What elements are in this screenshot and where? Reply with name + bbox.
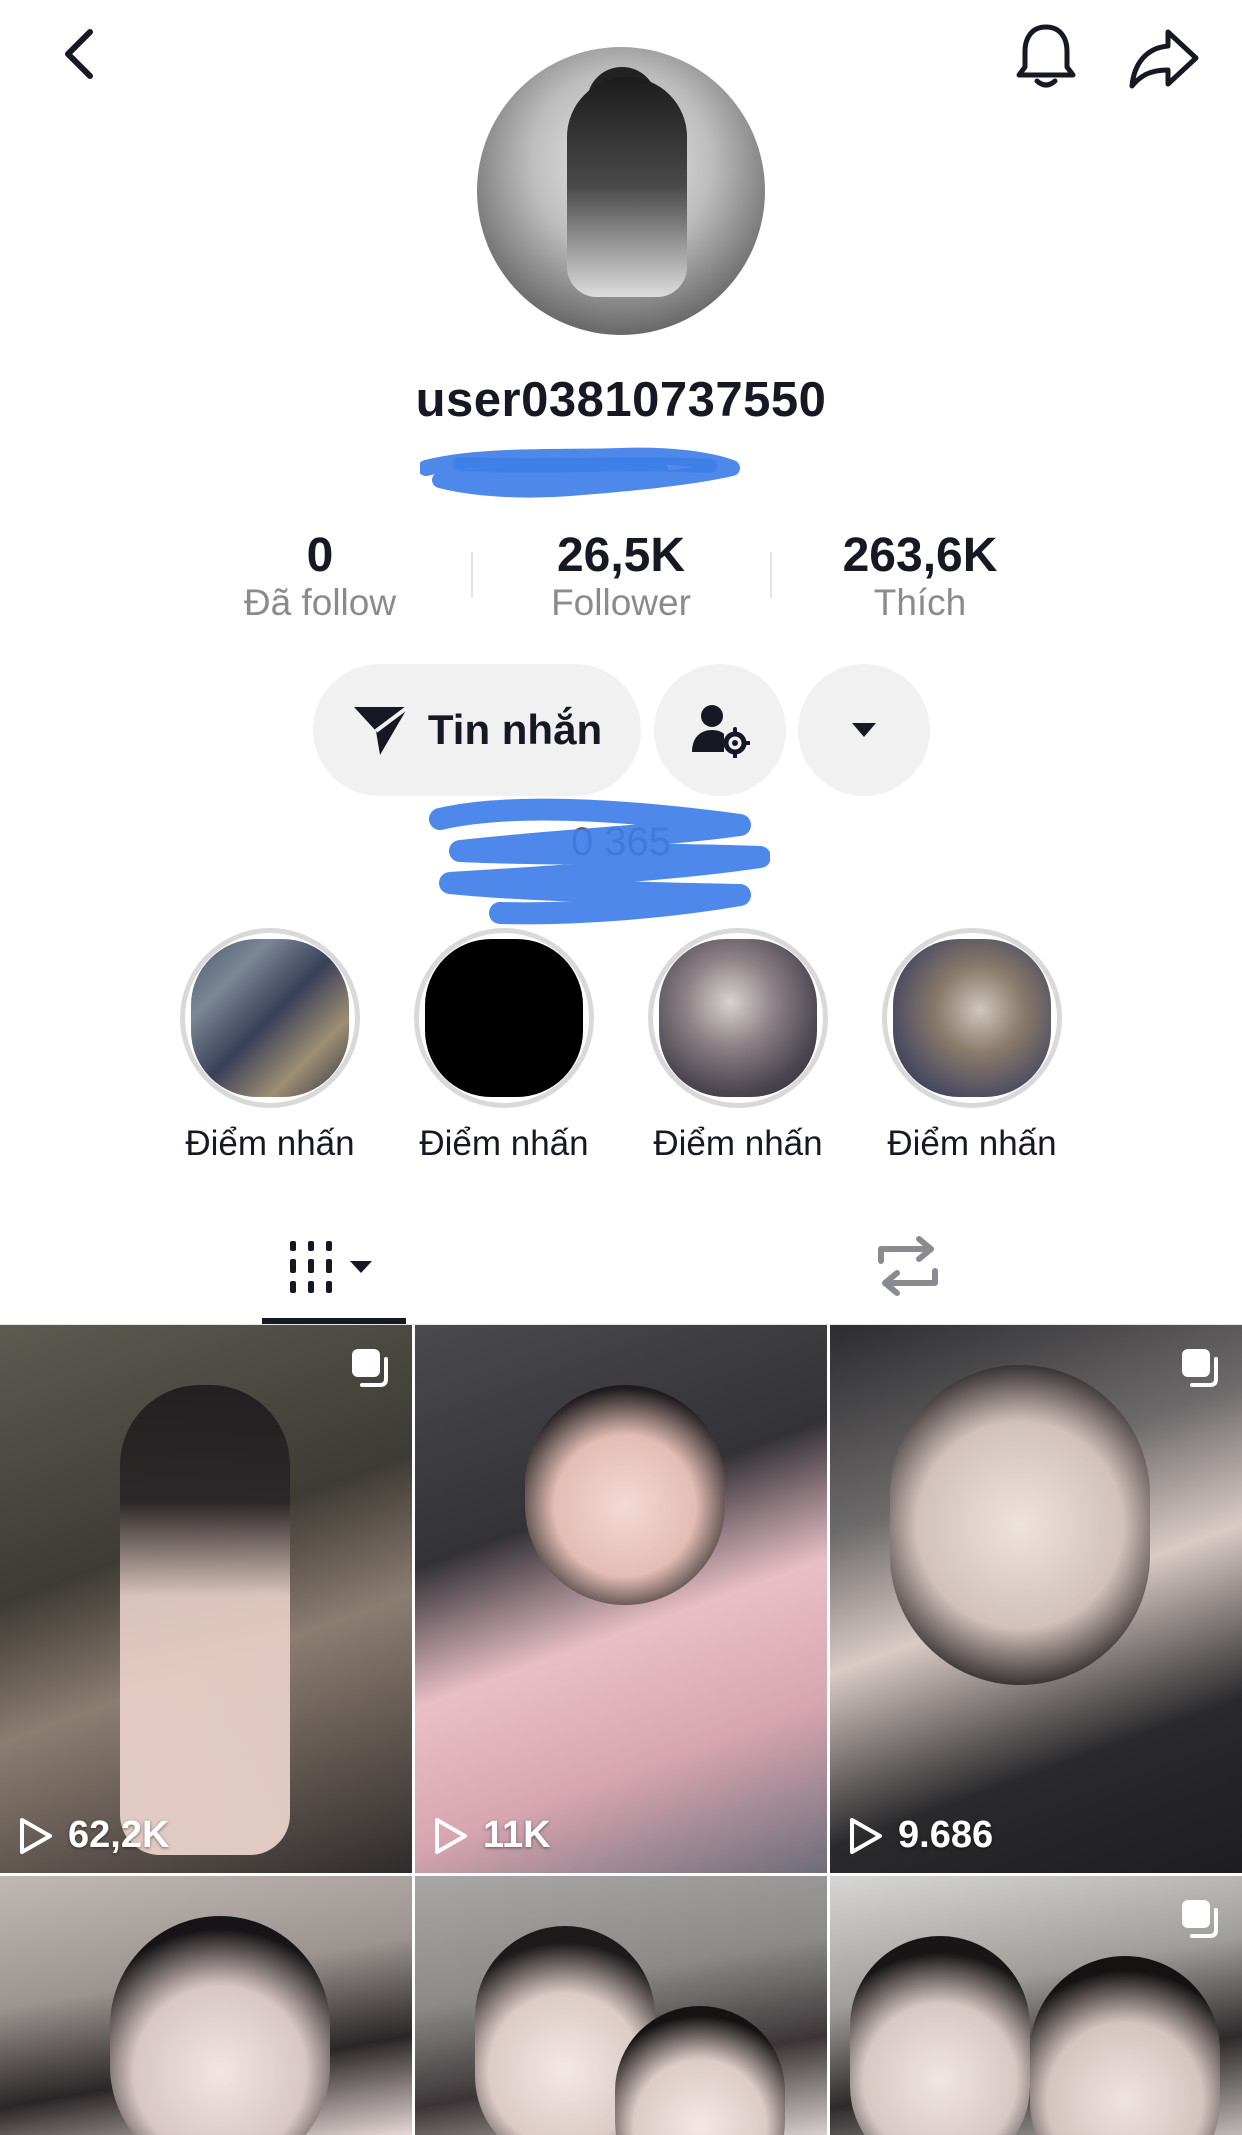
username: user03810737550 <box>415 373 827 427</box>
video-tile[interactable]: 9.686 <box>830 1325 1242 1873</box>
highlight-item[interactable]: Điểm nhấn <box>638 928 838 1164</box>
redaction-scribble <box>420 447 740 498</box>
video-tile[interactable] <box>415 1876 827 2135</box>
chevron-left-icon <box>65 29 93 79</box>
highlight-ring <box>414 928 594 1108</box>
video-tile[interactable] <box>830 1876 1242 2135</box>
highlight-thumbnail <box>659 939 817 1097</box>
followers-label: Follower <box>551 582 691 623</box>
stat-divider <box>770 552 772 598</box>
highlight-label: Điểm nhấn <box>887 1124 1057 1163</box>
likes-count: 263,6K <box>842 529 998 582</box>
highlight-ring <box>648 928 828 1108</box>
view-count-text: 62,2K <box>68 1814 170 1856</box>
person-gear-icon <box>692 705 750 758</box>
grid-bars-icon <box>290 1241 372 1293</box>
video-tile[interactable]: 62,2K <box>0 1325 412 1873</box>
following-label: Đã follow <box>243 582 397 623</box>
message-button[interactable]: Tin nhắn <box>313 664 641 796</box>
highlight-thumbnail <box>893 939 1051 1097</box>
highlight-ring <box>180 928 360 1108</box>
avatar[interactable] <box>477 47 765 335</box>
video-tile[interactable] <box>0 1876 412 2135</box>
share-button[interactable] <box>1124 20 1204 96</box>
highlight-thumbnail <box>191 939 349 1097</box>
bell-icon <box>1016 24 1076 88</box>
tab-videos[interactable] <box>262 1232 406 1302</box>
multi-image-icon <box>352 1349 388 1387</box>
view-count: 9.686 <box>848 1814 993 1857</box>
highlight-item[interactable]: Điểm nhấn <box>170 928 370 1164</box>
view-count-text: 9.686 <box>898 1814 994 1856</box>
caret-down-icon <box>852 723 876 737</box>
highlight-item[interactable]: Điểm nhấn <box>404 928 604 1164</box>
notification-button[interactable] <box>1008 18 1084 94</box>
message-label: Tin nhắn <box>427 706 603 753</box>
play-icon <box>20 1817 52 1854</box>
highlight-ring <box>882 928 1062 1108</box>
play-icon <box>435 1817 467 1854</box>
stat-followers[interactable]: 26,5K Follower <box>491 528 751 626</box>
highlight-label: Điểm nhấn <box>185 1124 355 1163</box>
highlight-label: Điểm nhấn <box>419 1124 589 1163</box>
bio-text: 0 365 <box>570 820 672 864</box>
highlight-thumbnail <box>425 939 583 1097</box>
send-icon <box>353 705 410 755</box>
view-count: 62,2K <box>18 1814 169 1857</box>
play-icon <box>850 1817 882 1854</box>
stat-following[interactable]: 0 Đã follow <box>190 528 450 626</box>
stat-likes[interactable]: 263,6K Thích <box>790 528 1050 626</box>
multi-image-icon <box>1182 1349 1218 1387</box>
stat-divider <box>471 552 473 598</box>
repost-icon <box>878 1236 938 1296</box>
following-count: 0 <box>306 529 334 582</box>
tab-reposts[interactable] <box>866 1230 950 1302</box>
more-options-button[interactable] <box>798 664 930 796</box>
video-tile[interactable]: 11K <box>415 1325 827 1873</box>
view-count: 11K <box>433 1814 551 1857</box>
highlight-label: Điểm nhấn <box>653 1124 823 1163</box>
share-arrow-icon <box>1129 29 1199 89</box>
highlight-item[interactable]: Điểm nhấn <box>872 928 1072 1164</box>
likes-label: Thích <box>873 582 967 623</box>
back-button[interactable] <box>50 22 110 86</box>
multi-image-icon <box>1182 1900 1218 1938</box>
followers-count: 26,5K <box>556 529 686 582</box>
friend-settings-button[interactable] <box>654 664 786 796</box>
view-count-text: 11K <box>483 1814 551 1856</box>
